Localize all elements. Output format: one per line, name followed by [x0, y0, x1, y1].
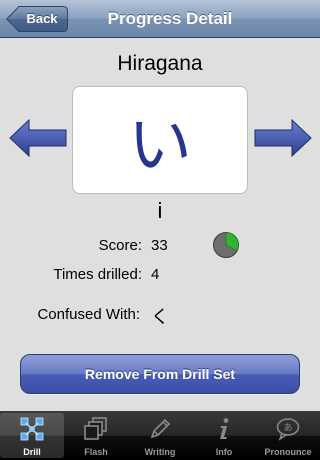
script-name-heading: Hiragana	[117, 52, 203, 75]
times-drilled-value: 4	[151, 266, 160, 283]
tab-flash[interactable]: Flash	[64, 411, 128, 460]
tab-pronounce[interactable]: あ Pronounce	[256, 411, 320, 460]
info-icon	[220, 418, 229, 439]
drill-icon	[20, 417, 44, 441]
confused-with-label: Confused With:	[37, 306, 140, 323]
romaji-reading: i	[157, 198, 163, 223]
previous-arrow-icon[interactable]	[9, 119, 67, 157]
tab-label: Writing	[144, 447, 176, 457]
tab-writing[interactable]: Writing	[128, 411, 192, 460]
pencil-icon	[150, 418, 171, 439]
tab-label: Flash	[84, 447, 108, 457]
svg-text:あ: あ	[283, 423, 292, 434]
character-glyph: い	[128, 109, 192, 183]
confused-with-value[interactable]: く	[151, 303, 169, 329]
navigation-bar: Back Progress Detail	[0, 0, 320, 38]
score-label: Score:	[98, 237, 142, 254]
tab-bar: Drill Flash Writing Info あ Pronounce	[0, 411, 320, 460]
tab-label: Pronounce	[264, 447, 312, 457]
page-title: Progress Detail	[107, 9, 233, 28]
remove-from-drill-set-button[interactable]: Remove From Drill Set	[20, 354, 300, 394]
speech-bubble-icon: あ	[276, 418, 300, 441]
tab-label: Drill	[23, 447, 41, 457]
tab-drill[interactable]: Drill	[0, 413, 64, 458]
character-card: い	[72, 86, 248, 194]
score-pie-icon	[213, 232, 239, 258]
tab-info[interactable]: Info	[192, 411, 256, 460]
tab-label: Info	[215, 447, 233, 457]
score-value: 33	[151, 237, 168, 254]
times-drilled-label: Times drilled:	[53, 266, 142, 283]
next-arrow-icon[interactable]	[254, 119, 312, 157]
flash-cards-icon	[84, 417, 107, 440]
